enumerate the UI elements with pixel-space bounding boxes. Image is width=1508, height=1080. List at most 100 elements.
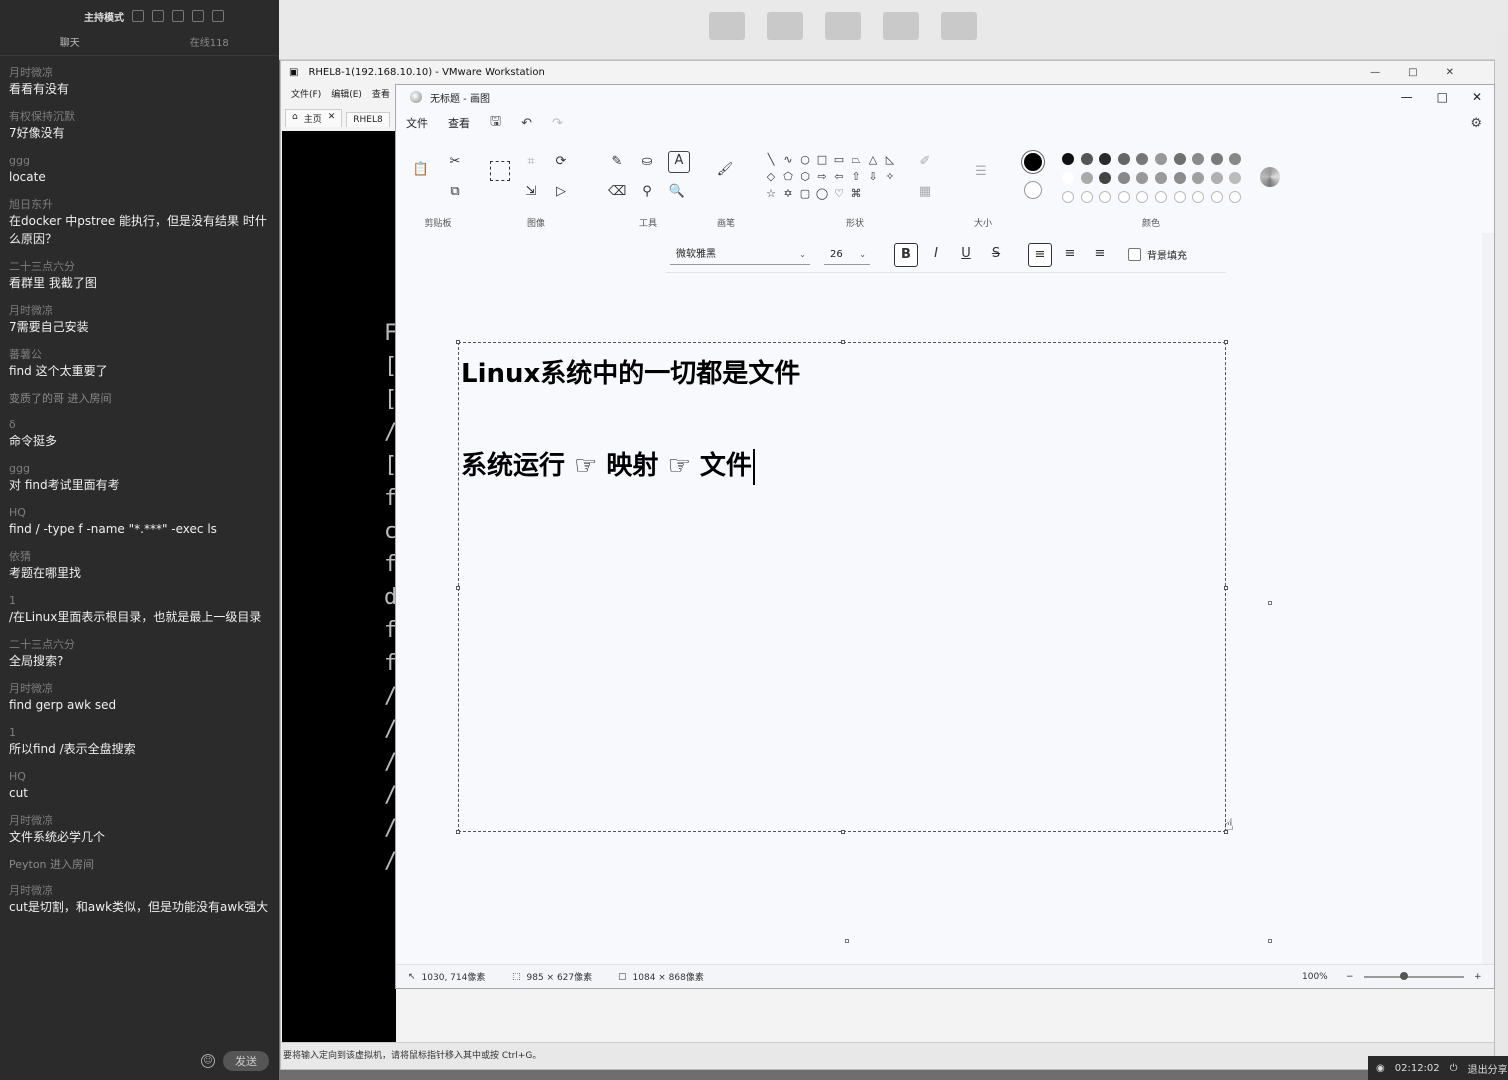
custom-color-swatch[interactable] bbox=[1099, 191, 1112, 203]
palette-swatch[interactable] bbox=[1117, 172, 1130, 184]
settings-icon[interactable] bbox=[132, 10, 144, 22]
popout-icon[interactable] bbox=[152, 10, 164, 22]
palette-swatch[interactable] bbox=[1192, 153, 1205, 165]
undo-icon[interactable]: ↶ bbox=[521, 116, 532, 131]
align-right-button[interactable]: ≡ bbox=[1088, 243, 1112, 267]
palette-swatch[interactable] bbox=[1173, 153, 1186, 165]
resize-handle[interactable] bbox=[456, 586, 460, 590]
palette-swatch[interactable] bbox=[1099, 172, 1112, 184]
resize-handle[interactable] bbox=[1224, 586, 1228, 590]
palette-swatch[interactable] bbox=[1173, 172, 1186, 184]
shape-diamond-icon[interactable]: ◇ bbox=[764, 170, 778, 183]
menu-icon[interactable] bbox=[172, 10, 184, 22]
zoom-slider[interactable] bbox=[1364, 972, 1464, 980]
palette-swatch[interactable] bbox=[1080, 172, 1093, 184]
palette-swatch[interactable] bbox=[1136, 153, 1149, 165]
resize-handle[interactable] bbox=[1224, 340, 1228, 344]
color-picker-icon[interactable]: ⚲ bbox=[638, 183, 656, 201]
minimize-icon[interactable]: — bbox=[1401, 90, 1413, 104]
tab-home[interactable]: ⌂ 主页 ✕ bbox=[285, 109, 343, 127]
palette-swatch[interactable] bbox=[1062, 172, 1074, 184]
tab-chat[interactable]: 聊天 bbox=[0, 32, 140, 55]
custom-color-swatch[interactable] bbox=[1210, 191, 1223, 203]
shape-up-arrow-icon[interactable]: ⇧ bbox=[849, 170, 863, 183]
align-left-button[interactable]: ≡ bbox=[1028, 243, 1052, 267]
background-fill-toggle[interactable]: 背景填充 bbox=[1128, 247, 1187, 262]
tab-online[interactable]: 在线118 bbox=[140, 32, 280, 55]
custom-color-swatch[interactable] bbox=[1229, 191, 1242, 203]
palette-swatch[interactable] bbox=[1210, 172, 1223, 184]
close-icon[interactable]: ✕ bbox=[1446, 67, 1454, 78]
custom-color-swatch[interactable] bbox=[1062, 191, 1074, 203]
shape-six-point-star-icon[interactable]: ✡ bbox=[781, 187, 795, 200]
shape-right-arrow-icon[interactable]: ⇨ bbox=[815, 170, 829, 183]
select-icon[interactable] bbox=[490, 161, 510, 181]
tab-rhel8[interactable]: RHEL8 bbox=[346, 112, 390, 127]
emoji-icon[interactable]: ☺ bbox=[201, 1054, 215, 1068]
shape-pentagon-icon[interactable]: ⬠ bbox=[781, 170, 795, 183]
resize-icon[interactable]: ⇲ bbox=[522, 183, 540, 201]
exit-share-button[interactable]: 退出分享 bbox=[1468, 1061, 1508, 1076]
edit-colors-icon[interactable] bbox=[1260, 167, 1280, 187]
redo-icon[interactable]: ↷ bbox=[552, 116, 563, 131]
menu-edit[interactable]: 编辑(E) bbox=[331, 87, 362, 100]
crop-icon[interactable]: ⌗ bbox=[522, 153, 540, 171]
menu-file[interactable]: 文件 bbox=[406, 115, 428, 131]
underline-button[interactable]: U bbox=[954, 243, 978, 267]
palette-swatch[interactable] bbox=[1155, 153, 1167, 165]
zoom-out-icon[interactable]: − bbox=[1346, 972, 1354, 982]
desktop-folder-icon[interactable] bbox=[939, 12, 979, 46]
canvas-resize-handle[interactable] bbox=[1268, 939, 1272, 943]
shape-oval-callout-icon[interactable]: ◯ bbox=[815, 187, 829, 200]
shape-rounded-rectangle-icon[interactable]: ▭ bbox=[832, 153, 846, 166]
align-center-button[interactable]: ≡ bbox=[1058, 243, 1082, 267]
background-fill-checkbox[interactable] bbox=[1128, 248, 1141, 261]
brush-icon[interactable]: 🖌 bbox=[716, 161, 734, 179]
settings-icon[interactable]: ⚙ bbox=[1470, 116, 1482, 131]
shape-curve-icon[interactable]: ∿ bbox=[781, 153, 795, 166]
vertical-scrollbar[interactable] bbox=[1482, 233, 1494, 964]
shape-triangle-icon[interactable]: △ bbox=[866, 153, 880, 166]
canvas-resize-handle[interactable] bbox=[845, 939, 849, 943]
menu-file[interactable]: 文件(F) bbox=[291, 87, 321, 100]
shape-polygon-icon[interactable]: ⏢ bbox=[849, 153, 863, 167]
shape-line-icon[interactable]: ╲ bbox=[764, 153, 778, 166]
custom-color-swatch[interactable] bbox=[1155, 191, 1167, 203]
canvas[interactable]: Linux系统中的一切都是文件 系统运行 ☞ 映射 ☞ 文件 ☝ bbox=[396, 275, 1482, 964]
menu-view[interactable]: 查看 bbox=[372, 87, 390, 100]
desktop-folder-icon[interactable] bbox=[823, 12, 863, 46]
palette-swatch[interactable] bbox=[1062, 153, 1074, 165]
resize-handle[interactable] bbox=[841, 340, 845, 344]
desktop-folder-icon[interactable] bbox=[707, 12, 747, 46]
custom-color-swatch[interactable] bbox=[1173, 191, 1186, 203]
menu-view[interactable]: 查看 bbox=[448, 115, 470, 131]
shape-heart-icon[interactable]: ♡ bbox=[832, 187, 846, 200]
copy-icon[interactable]: ⧉ bbox=[446, 183, 464, 201]
canvas-resize-handle[interactable] bbox=[1268, 601, 1272, 605]
custom-color-swatch[interactable] bbox=[1117, 191, 1130, 203]
flip-icon[interactable]: ▷ bbox=[552, 183, 570, 201]
palette-swatch[interactable] bbox=[1117, 153, 1130, 165]
text-box[interactable]: Linux系统中的一切都是文件 系统运行 ☞ 映射 ☞ 文件 bbox=[456, 340, 1228, 834]
palette-swatch[interactable] bbox=[1210, 153, 1223, 165]
shape-right-triangle-icon[interactable]: ◺ bbox=[883, 153, 897, 166]
resize-handle[interactable] bbox=[456, 830, 460, 834]
minimize-icon[interactable] bbox=[192, 10, 204, 22]
italic-button[interactable]: I bbox=[924, 243, 948, 267]
custom-color-swatch[interactable] bbox=[1080, 191, 1093, 203]
custom-color-swatch[interactable] bbox=[1136, 191, 1149, 203]
resize-handle[interactable] bbox=[841, 830, 845, 834]
line-width-icon[interactable]: ☰ bbox=[972, 163, 990, 181]
shape-hexagon-icon[interactable]: ⬡ bbox=[798, 170, 812, 183]
palette-swatch[interactable] bbox=[1155, 172, 1167, 184]
rotate-icon[interactable]: ⟳ bbox=[552, 153, 570, 171]
shape-down-arrow-icon[interactable]: ⇩ bbox=[866, 170, 880, 183]
resize-handle[interactable] bbox=[456, 340, 460, 344]
font-family-select[interactable]: 微软雅黑 ⌄ bbox=[670, 245, 810, 265]
zoom-in-icon[interactable]: + bbox=[1474, 972, 1482, 982]
bold-button[interactable]: B bbox=[894, 243, 918, 267]
maximize-icon[interactable]: □ bbox=[1437, 90, 1448, 104]
custom-color-swatch[interactable] bbox=[1192, 191, 1205, 203]
outline-icon[interactable]: ✐ bbox=[916, 153, 934, 171]
shape-lightning-icon[interactable]: ⌘ bbox=[849, 187, 863, 200]
